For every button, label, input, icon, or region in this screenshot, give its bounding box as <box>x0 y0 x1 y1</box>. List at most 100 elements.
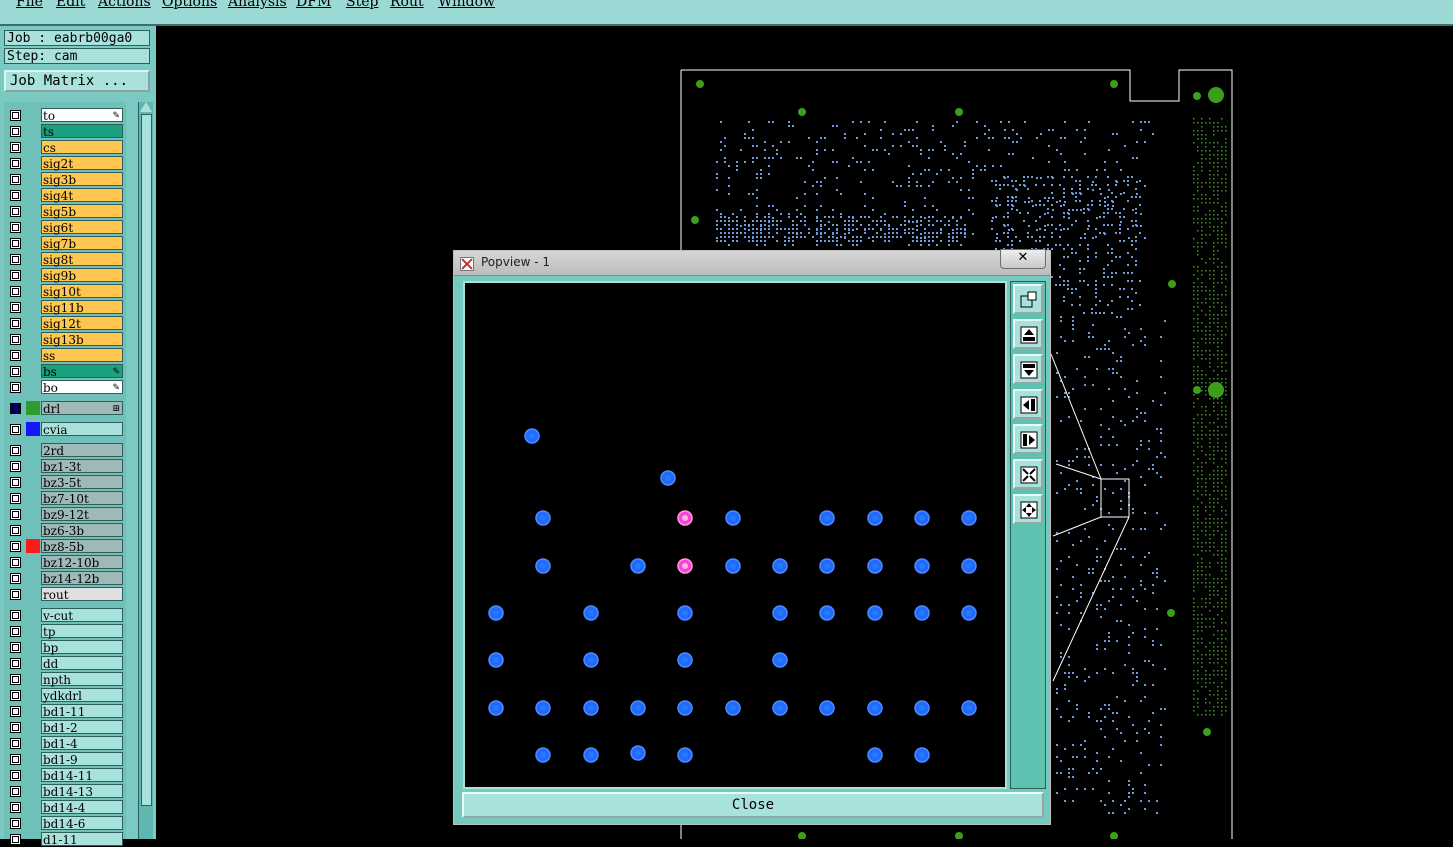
layer-row-dd[interactable]: dd <box>4 656 126 671</box>
layer-row-sig10t[interactable]: sig10t <box>4 284 126 299</box>
layer-checkbox[interactable] <box>10 557 21 568</box>
layer-checkbox[interactable] <box>10 690 21 701</box>
pan-right-button[interactable] <box>1013 424 1043 454</box>
layer-row-bd14-11[interactable]: bd14-11 <box>4 768 126 783</box>
layer-name[interactable]: bo ✎ <box>41 380 123 395</box>
layer-checkbox[interactable] <box>10 818 21 829</box>
layer-checkbox[interactable] <box>10 834 21 845</box>
layer-row-bz1-3t[interactable]: bz1-3t <box>4 459 126 474</box>
layer-row-v-cut[interactable]: v-cut <box>4 608 126 623</box>
layer-name[interactable]: tp <box>41 624 123 639</box>
layer-row-bd1-11[interactable]: bd1-11 <box>4 704 126 719</box>
layer-name[interactable]: bd14-4 <box>41 800 123 815</box>
menu-step[interactable]: Step <box>346 0 378 10</box>
layer-checkbox[interactable] <box>10 642 21 653</box>
layer-name[interactable]: bz12-10b <box>41 555 123 570</box>
layer-row-cvia[interactable]: cvia <box>4 422 126 437</box>
menu-file[interactable]: File <box>16 0 43 10</box>
layer-checkbox[interactable] <box>10 382 21 393</box>
layer-checkbox[interactable] <box>10 477 21 488</box>
layer-row-bz8-5b[interactable]: bz8-5b <box>4 539 126 554</box>
layer-row-bd1-9[interactable]: bd1-9 <box>4 752 126 767</box>
layer-name[interactable]: sig12t <box>41 316 123 331</box>
layer-name[interactable]: sig7b <box>41 236 123 251</box>
layer-checkbox[interactable] <box>10 770 21 781</box>
layer-row-tp[interactable]: tp <box>4 624 126 639</box>
layer-checkbox[interactable] <box>10 424 21 435</box>
layer-checkbox[interactable] <box>10 493 21 504</box>
layer-row-sig7b[interactable]: sig7b <box>4 236 126 251</box>
layer-name[interactable]: bz9-12t <box>41 507 123 522</box>
layer-row-bz12-10b[interactable]: bz12-10b <box>4 555 126 570</box>
layer-row-bz14-12b[interactable]: bz14-12b <box>4 571 126 586</box>
layer-checkbox[interactable] <box>10 541 21 552</box>
layer-checkbox[interactable] <box>10 658 21 669</box>
layer-checkbox[interactable] <box>10 110 21 121</box>
scroll-up-icon[interactable] <box>140 102 152 112</box>
layer-row-bz9-12t[interactable]: bz9-12t <box>4 507 126 522</box>
layer-name[interactable]: bz8-5b <box>41 539 123 554</box>
layer-checkbox[interactable] <box>10 286 21 297</box>
layer-row-bo[interactable]: bo ✎ <box>4 380 126 395</box>
layer-name[interactable]: sig10t <box>41 284 123 299</box>
layer-name[interactable]: d1-11 <box>41 832 123 847</box>
layer-checkbox[interactable] <box>10 573 21 584</box>
layer-checkbox[interactable] <box>10 302 21 313</box>
layer-checkbox[interactable] <box>10 786 21 797</box>
menu-edit[interactable]: Edit <box>56 0 85 10</box>
layer-row-sig2t[interactable]: sig2t <box>4 156 126 171</box>
layer-name[interactable]: bd14-13 <box>41 784 123 799</box>
layer-row-bp[interactable]: bp <box>4 640 126 655</box>
menu-rout[interactable]: Rout <box>390 0 424 10</box>
zoom-fit-button[interactable] <box>1013 459 1043 489</box>
layer-row-sig8t[interactable]: sig8t <box>4 252 126 267</box>
pan-up-button[interactable] <box>1013 319 1043 349</box>
layer-name[interactable]: bs ✎ <box>41 364 123 379</box>
layer-checkbox[interactable] <box>10 589 21 600</box>
layer-checkbox[interactable] <box>10 403 21 414</box>
layer-name[interactable]: sig8t <box>41 252 123 267</box>
menu-analysis[interactable]: Analysis <box>228 0 287 10</box>
pan-down-button[interactable] <box>1013 354 1043 384</box>
layer-checkbox[interactable] <box>10 626 21 637</box>
layer-row-cs[interactable]: cs <box>4 140 126 155</box>
layer-name[interactable]: sig13b <box>41 332 123 347</box>
layer-name[interactable]: drl ⊞ <box>41 401 123 416</box>
layer-checkbox[interactable] <box>10 174 21 185</box>
layer-checkbox[interactable] <box>10 222 21 233</box>
layer-checkbox[interactable] <box>10 722 21 733</box>
layer-name[interactable]: cvia <box>41 422 123 437</box>
menu-window[interactable]: Window <box>438 0 495 10</box>
layer-name[interactable]: bd1-9 <box>41 752 123 767</box>
layer-row-ts[interactable]: ts <box>4 124 126 139</box>
layer-name[interactable]: 2rd <box>41 443 123 458</box>
layer-name[interactable]: bp <box>41 640 123 655</box>
popview-canvas[interactable] <box>463 281 1007 789</box>
layer-row-sig13b[interactable]: sig13b <box>4 332 126 347</box>
popview-titlebar[interactable]: Popview - 1 ✕ <box>454 249 1050 276</box>
layer-checkbox[interactable] <box>10 206 21 217</box>
layer-row-npth[interactable]: npth <box>4 672 126 687</box>
layer-row-bd14-13[interactable]: bd14-13 <box>4 784 126 799</box>
layer-name[interactable]: bd14-11 <box>41 768 123 783</box>
layer-list-scrollbar[interactable] <box>138 102 153 839</box>
layer-row-bz3-5t[interactable]: bz3-5t <box>4 475 126 490</box>
menu-actions[interactable]: Actions <box>98 0 151 10</box>
layer-row-sig11b[interactable]: sig11b <box>4 300 126 315</box>
layer-name[interactable]: bz7-10t <box>41 491 123 506</box>
layer-name[interactable]: sig11b <box>41 300 123 315</box>
layer-name[interactable]: ss <box>41 348 123 363</box>
layer-checkbox[interactable] <box>10 254 21 265</box>
layer-checkbox[interactable] <box>10 334 21 345</box>
layer-row-rout[interactable]: rout <box>4 587 126 602</box>
layer-checkbox[interactable] <box>10 238 21 249</box>
layer-row-bz7-10t[interactable]: bz7-10t <box>4 491 126 506</box>
layer-name[interactable]: bz14-12b <box>41 571 123 586</box>
layer-row-bd14-6[interactable]: bd14-6 <box>4 816 126 831</box>
layer-name[interactable]: sig3b <box>41 172 123 187</box>
layer-checkbox[interactable] <box>10 318 21 329</box>
layer-row-bd14-4[interactable]: bd14-4 <box>4 800 126 815</box>
layer-checkbox[interactable] <box>10 674 21 685</box>
layer-row-d1-11[interactable]: d1-11 <box>4 832 126 847</box>
layer-checkbox[interactable] <box>10 610 21 621</box>
